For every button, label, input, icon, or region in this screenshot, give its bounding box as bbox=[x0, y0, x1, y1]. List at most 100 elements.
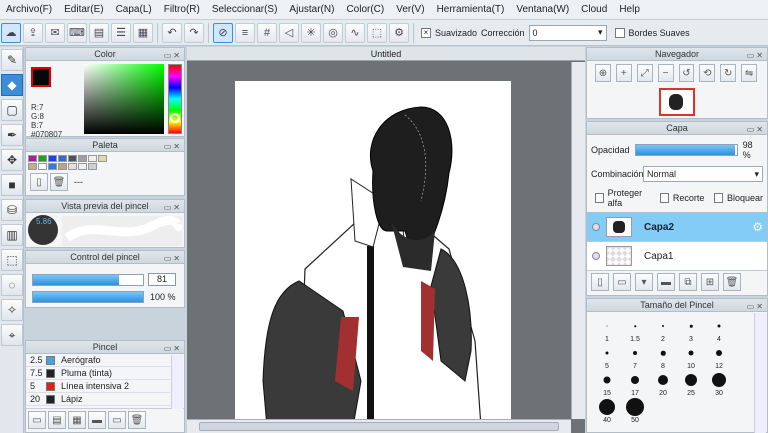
brush-size-scrollbar[interactable] bbox=[754, 313, 766, 433]
brush-list-item[interactable]: 7.5 Pluma (tinta) bbox=[26, 367, 170, 380]
visibility-icon[interactable] bbox=[592, 252, 600, 260]
cloud-icon[interactable]: ☁ bbox=[1, 22, 21, 43]
gradient-tool-icon[interactable]: ▥ bbox=[1, 224, 23, 246]
brush-size-cell[interactable]: 7 bbox=[621, 344, 649, 371]
visibility-icon[interactable] bbox=[592, 223, 600, 231]
grid-icon[interactable]: # bbox=[257, 22, 277, 43]
brush-size-cell[interactable]: 5 bbox=[593, 344, 621, 371]
list-icon[interactable]: ☰ bbox=[111, 22, 131, 43]
brush-size-cell[interactable]: 20 bbox=[649, 371, 677, 398]
zoom-fit-icon[interactable]: ⊕ bbox=[595, 64, 611, 82]
navigator-thumbnail[interactable] bbox=[659, 88, 695, 116]
redo-icon[interactable]: ↷ bbox=[184, 22, 204, 43]
blend-mode-select[interactable]: Normal ▾ bbox=[643, 166, 763, 182]
menu-item-6[interactable]: Color(C) bbox=[340, 4, 390, 15]
brush-size-cell[interactable]: 10 bbox=[677, 344, 705, 371]
brush-size-cell[interactable]: 25 bbox=[677, 371, 705, 398]
brush-size-cell[interactable]: 50 bbox=[621, 398, 649, 425]
palette-swatch[interactable] bbox=[48, 155, 57, 162]
clip-checkbox[interactable] bbox=[660, 193, 669, 203]
menu-item-11[interactable]: Help bbox=[613, 4, 646, 15]
brush-size-cell[interactable]: 1.5 bbox=[621, 317, 649, 344]
lock-checkbox[interactable] bbox=[714, 193, 723, 203]
magic-wand-tool-icon[interactable]: ✧ bbox=[1, 299, 23, 321]
undo-icon[interactable]: ↶ bbox=[162, 22, 182, 43]
layer-row-capa2[interactable]: Capa2 ⚙ bbox=[587, 213, 767, 242]
new-layer-icon[interactable]: ▯ bbox=[591, 273, 609, 291]
zoom-window-icon[interactable]: ⤢ bbox=[636, 64, 653, 82]
brush-size-cell[interactable]: 1 bbox=[593, 317, 621, 344]
document-icon[interactable]: ▤ bbox=[89, 22, 109, 43]
menu-item-0[interactable]: Archivo(F) bbox=[0, 4, 58, 15]
layer-opacity-slider[interactable] bbox=[634, 144, 738, 156]
zoom-out-icon[interactable]: − bbox=[657, 64, 674, 82]
brush-size-cell[interactable]: 8 bbox=[649, 344, 677, 371]
palette-swatch[interactable] bbox=[38, 155, 47, 162]
bordes-suaves-checkbox[interactable] bbox=[614, 27, 625, 38]
brush-list-item[interactable]: 5 Línea intensiva 2 bbox=[26, 380, 170, 393]
palette-swatch[interactable] bbox=[48, 163, 57, 170]
menu-item-9[interactable]: Ventana(W) bbox=[510, 4, 575, 15]
document-tab[interactable]: Untitled bbox=[187, 47, 585, 61]
copy-layer-icon[interactable]: ⧉ bbox=[679, 273, 697, 291]
palette-swatch[interactable] bbox=[88, 155, 97, 162]
menu-item-3[interactable]: Filtro(R) bbox=[158, 4, 206, 15]
canvas-page[interactable] bbox=[235, 81, 511, 427]
brush-size-cell[interactable]: 15 bbox=[593, 371, 621, 398]
brush-list-scrollbar[interactable] bbox=[171, 355, 183, 409]
layer-row-capa1[interactable]: Capa1 bbox=[587, 242, 767, 271]
palette-swatch[interactable] bbox=[58, 155, 67, 162]
clipboard-icon[interactable]: ▦ bbox=[133, 22, 153, 43]
eyedropper-tool-icon[interactable]: ⌖ bbox=[1, 324, 23, 346]
eraser-tool-icon[interactable]: ◆ bbox=[1, 74, 23, 96]
palette-swatch[interactable] bbox=[68, 163, 77, 170]
flip-icon[interactable]: ⇋ bbox=[741, 64, 757, 82]
brush-paste-icon[interactable]: ▦ bbox=[68, 411, 86, 429]
correccion-select[interactable]: 0 ▾ bbox=[528, 24, 607, 41]
rotate-left-icon[interactable]: ↺ bbox=[678, 64, 695, 82]
rotate-reset-icon[interactable]: ⟲ bbox=[699, 64, 716, 82]
hatch-lines-icon[interactable]: ≡ bbox=[235, 22, 255, 43]
transform-icon[interactable]: ⬚ bbox=[367, 22, 387, 43]
foreground-color-swatch[interactable] bbox=[31, 67, 51, 87]
brush-list-item[interactable]: 2.5 Aerógrafo bbox=[26, 354, 170, 367]
lasso-tool-icon[interactable]: ◌ bbox=[1, 274, 23, 296]
merge-icon[interactable]: ⊞ bbox=[701, 273, 719, 291]
gear-icon[interactable]: ⚙ bbox=[752, 220, 763, 234]
folder-icon[interactable]: ▬ bbox=[88, 411, 106, 429]
brush-add-icon[interactable]: ▭ bbox=[28, 411, 46, 429]
fill-rect-tool-icon[interactable]: ■ bbox=[1, 174, 23, 196]
layer-menu-icon[interactable]: ▾ bbox=[635, 273, 653, 291]
settings-icon[interactable]: ⚙ bbox=[389, 22, 409, 43]
palette-swatch[interactable] bbox=[68, 155, 77, 162]
brush-delete-icon[interactable]: 🗑 bbox=[128, 411, 146, 429]
palette-swatch[interactable] bbox=[38, 163, 47, 170]
brush-list-item[interactable]: 20 Lápiz bbox=[26, 393, 170, 406]
folder-open-icon[interactable]: ▭ bbox=[108, 411, 126, 429]
bucket-tool-icon[interactable]: ⛁ bbox=[1, 199, 23, 221]
brush-copy-icon[interactable]: ▤ bbox=[48, 411, 66, 429]
canvas-horizontal-scrollbar[interactable] bbox=[187, 419, 571, 433]
palette-swatch[interactable] bbox=[28, 155, 37, 162]
new-vector-layer-icon[interactable]: ▭ bbox=[613, 273, 631, 291]
brush-size-cell[interactable]: 3 bbox=[677, 317, 705, 344]
rotate-right-icon[interactable]: ↻ bbox=[720, 64, 737, 82]
menu-item-4[interactable]: Seleccionar(S) bbox=[206, 4, 284, 15]
saturation-value-field[interactable] bbox=[84, 64, 164, 134]
palette-swatch[interactable] bbox=[78, 155, 87, 162]
brush-size-cell[interactable]: 2 bbox=[649, 317, 677, 344]
brush-opacity-slider[interactable] bbox=[32, 291, 144, 303]
palette-swatch[interactable] bbox=[78, 163, 87, 170]
brush-size-cell[interactable]: 12 bbox=[705, 344, 733, 371]
delete-swatch-icon[interactable]: 🗑 bbox=[50, 173, 68, 191]
concentric-icon[interactable]: ◎ bbox=[323, 22, 343, 43]
folder-icon[interactable]: ▬ bbox=[657, 273, 675, 291]
palette-swatch[interactable] bbox=[98, 155, 107, 162]
suavizado-checkbox[interactable]: × bbox=[421, 27, 431, 38]
curve-icon[interactable]: ∿ bbox=[345, 22, 365, 43]
palette-swatch[interactable] bbox=[58, 163, 67, 170]
brush-size-value[interactable]: 81 bbox=[148, 273, 176, 286]
palette-swatch[interactable] bbox=[28, 163, 37, 170]
brush-size-cell[interactable]: 30 bbox=[705, 371, 733, 398]
menu-item-2[interactable]: Capa(L) bbox=[110, 4, 158, 15]
